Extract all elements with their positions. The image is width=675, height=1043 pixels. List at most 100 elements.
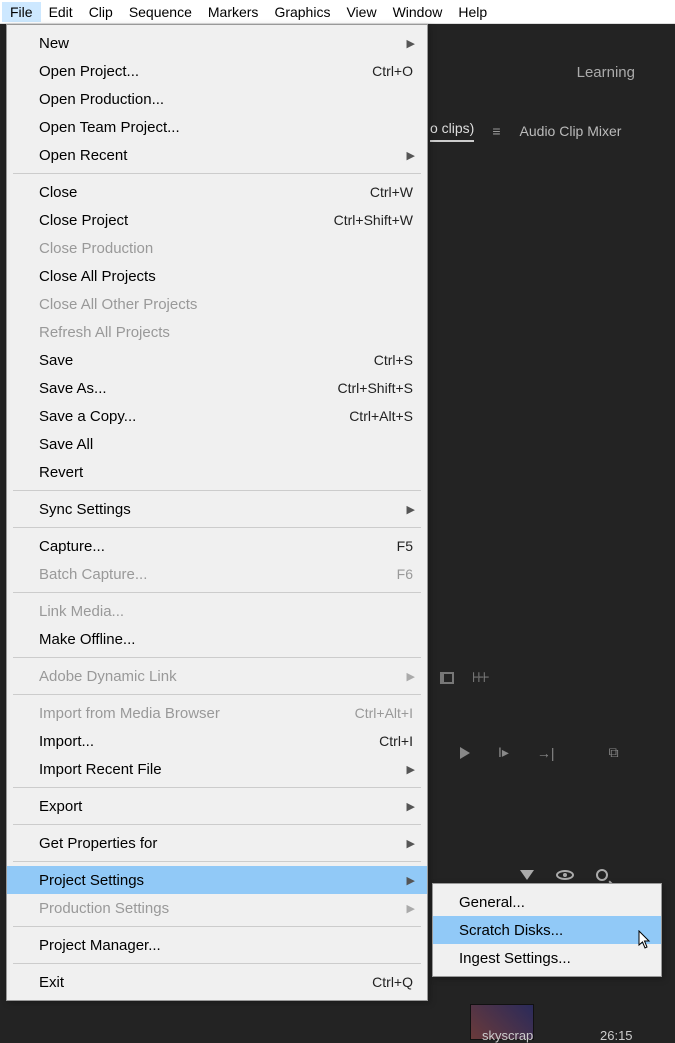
transport-controls: I▸ →| ⧉ <box>460 744 619 761</box>
file-menu-item-save[interactable]: SaveCtrl+S <box>7 346 427 374</box>
menu-item-label: Save <box>39 352 374 369</box>
submenu-item-ingest-settings[interactable]: Ingest Settings... <box>433 944 661 972</box>
export-frame-icon[interactable]: ⧉ <box>609 744 619 761</box>
file-menu-item-save-all[interactable]: Save All <box>7 430 427 458</box>
menu-item-label: Make Offline... <box>39 631 413 648</box>
file-menu-item-sync-settings[interactable]: Sync Settings▶ <box>7 495 427 523</box>
submenu-item-general[interactable]: General... <box>433 888 661 916</box>
submenu-item-label: General... <box>459 894 525 911</box>
menu-item-label: Export <box>39 798 413 815</box>
file-menu-item-make-offline[interactable]: Make Offline... <box>7 625 427 653</box>
submenu-arrow-icon: ▶ <box>407 503 415 516</box>
file-menu-item-close-project[interactable]: Close ProjectCtrl+Shift+W <box>7 206 427 234</box>
submenu-item-label: Ingest Settings... <box>459 950 571 967</box>
submenu-arrow-icon: ▶ <box>407 670 415 683</box>
file-menu-item-capture[interactable]: Capture...F5 <box>7 532 427 560</box>
menu-item-label: Production Settings <box>39 900 413 917</box>
submenu-item-label: Scratch Disks... <box>459 922 563 939</box>
file-menu-item-save-a-copy[interactable]: Save a Copy...Ctrl+Alt+S <box>7 402 427 430</box>
go-to-out-icon[interactable]: →| <box>537 745 555 761</box>
step-forward-icon[interactable]: I▸ <box>498 744 509 761</box>
file-menu-dropdown: New▶Open Project...Ctrl+OOpen Production… <box>6 24 428 1001</box>
menu-item-label: Capture... <box>39 538 397 555</box>
menu-item-label: Import Recent File <box>39 761 413 778</box>
menu-clip[interactable]: Clip <box>81 2 121 22</box>
file-menu-item-new[interactable]: New▶ <box>7 29 427 57</box>
menu-separator <box>13 694 421 695</box>
search-icon[interactable] <box>596 869 608 881</box>
marker-icons: ⊦⊦⊦ <box>440 669 488 686</box>
menu-item-label: Adobe Dynamic Link <box>39 668 413 685</box>
submenu-arrow-icon: ▶ <box>407 763 415 776</box>
visibility-icon[interactable] <box>556 870 574 880</box>
menu-item-label: Close Project <box>39 212 334 229</box>
menu-separator <box>13 861 421 862</box>
panel-tab-clips[interactable]: o clips) <box>430 120 474 142</box>
menu-item-label: Save a Copy... <box>39 408 349 425</box>
menu-file[interactable]: File <box>2 2 41 22</box>
file-menu-item-get-properties-for[interactable]: Get Properties for▶ <box>7 829 427 857</box>
menu-view[interactable]: View <box>338 2 384 22</box>
workspace-tab-learning[interactable]: Learning <box>577 64 635 81</box>
menu-window[interactable]: Window <box>385 2 451 22</box>
menu-item-label: Open Production... <box>39 91 413 108</box>
menu-item-shortcut: F6 <box>397 566 413 582</box>
menu-item-shortcut: Ctrl+Shift+S <box>338 380 413 396</box>
insert-icon[interactable] <box>440 672 454 684</box>
menu-item-label: Sync Settings <box>39 501 413 518</box>
file-menu-item-open-recent[interactable]: Open Recent▶ <box>7 141 427 169</box>
menu-item-shortcut: F5 <box>397 538 413 554</box>
file-menu-item-export[interactable]: Export▶ <box>7 792 427 820</box>
menu-markers[interactable]: Markers <box>200 2 267 22</box>
menu-item-label: Batch Capture... <box>39 566 397 583</box>
panel-menu-icon[interactable]: ≡ <box>492 123 501 139</box>
menu-item-shortcut: Ctrl+O <box>372 63 413 79</box>
file-menu-item-refresh-all-projects: Refresh All Projects <box>7 318 427 346</box>
file-menu-item-revert[interactable]: Revert <box>7 458 427 486</box>
menu-sequence[interactable]: Sequence <box>121 2 200 22</box>
file-menu-item-open-production[interactable]: Open Production... <box>7 85 427 113</box>
filter-icon[interactable] <box>520 870 534 880</box>
file-menu-item-open-team-project[interactable]: Open Team Project... <box>7 113 427 141</box>
menu-graphics[interactable]: Graphics <box>266 2 338 22</box>
submenu-arrow-icon: ▶ <box>407 837 415 850</box>
file-menu-item-open-project[interactable]: Open Project...Ctrl+O <box>7 57 427 85</box>
menu-edit[interactable]: Edit <box>41 2 81 22</box>
menu-item-label: Revert <box>39 464 413 481</box>
menu-separator <box>13 592 421 593</box>
file-menu-item-import-recent-file[interactable]: Import Recent File▶ <box>7 755 427 783</box>
panel-tab-audio-mixer[interactable]: Audio Clip Mixer <box>520 123 622 139</box>
project-settings-submenu: General... Scratch Disks... Ingest Setting… <box>432 883 662 977</box>
menu-item-label: Exit <box>39 974 372 991</box>
bin-toolbar <box>520 869 608 881</box>
menu-item-label: Close Production <box>39 240 413 257</box>
menu-item-label: New <box>39 35 413 52</box>
file-menu-item-project-manager[interactable]: Project Manager... <box>7 931 427 959</box>
menu-item-label: Refresh All Projects <box>39 324 413 341</box>
file-menu-item-import[interactable]: Import...Ctrl+I <box>7 727 427 755</box>
menu-item-shortcut: Ctrl+I <box>379 733 413 749</box>
file-menu-item-exit[interactable]: ExitCtrl+Q <box>7 968 427 996</box>
submenu-item-scratch-disks[interactable]: Scratch Disks... <box>433 916 661 944</box>
menu-item-shortcut: Ctrl+S <box>374 352 413 368</box>
file-menu-item-production-settings: Production Settings▶ <box>7 894 427 922</box>
menu-separator <box>13 657 421 658</box>
play-icon[interactable] <box>460 747 470 759</box>
file-menu-item-save-as[interactable]: Save As...Ctrl+Shift+S <box>7 374 427 402</box>
file-menu-item-project-settings[interactable]: Project Settings▶ <box>7 866 427 894</box>
menu-item-shortcut: Ctrl+Shift+W <box>334 212 413 228</box>
menu-item-label: Link Media... <box>39 603 413 620</box>
menu-help[interactable]: Help <box>450 2 495 22</box>
menu-separator <box>13 787 421 788</box>
file-menu-item-link-media: Link Media... <box>7 597 427 625</box>
menu-item-label: Save All <box>39 436 413 453</box>
menu-separator <box>13 926 421 927</box>
panel-tabs: o clips) ≡ Audio Clip Mixer <box>430 120 669 142</box>
file-menu-item-close[interactable]: CloseCtrl+W <box>7 178 427 206</box>
submenu-arrow-icon: ▶ <box>407 874 415 887</box>
overwrite-icon[interactable]: ⊦⊦⊦ <box>472 669 488 686</box>
menu-item-label: Open Team Project... <box>39 119 413 136</box>
menu-item-label: Close All Projects <box>39 268 413 285</box>
menu-separator <box>13 824 421 825</box>
file-menu-item-close-all-projects[interactable]: Close All Projects <box>7 262 427 290</box>
